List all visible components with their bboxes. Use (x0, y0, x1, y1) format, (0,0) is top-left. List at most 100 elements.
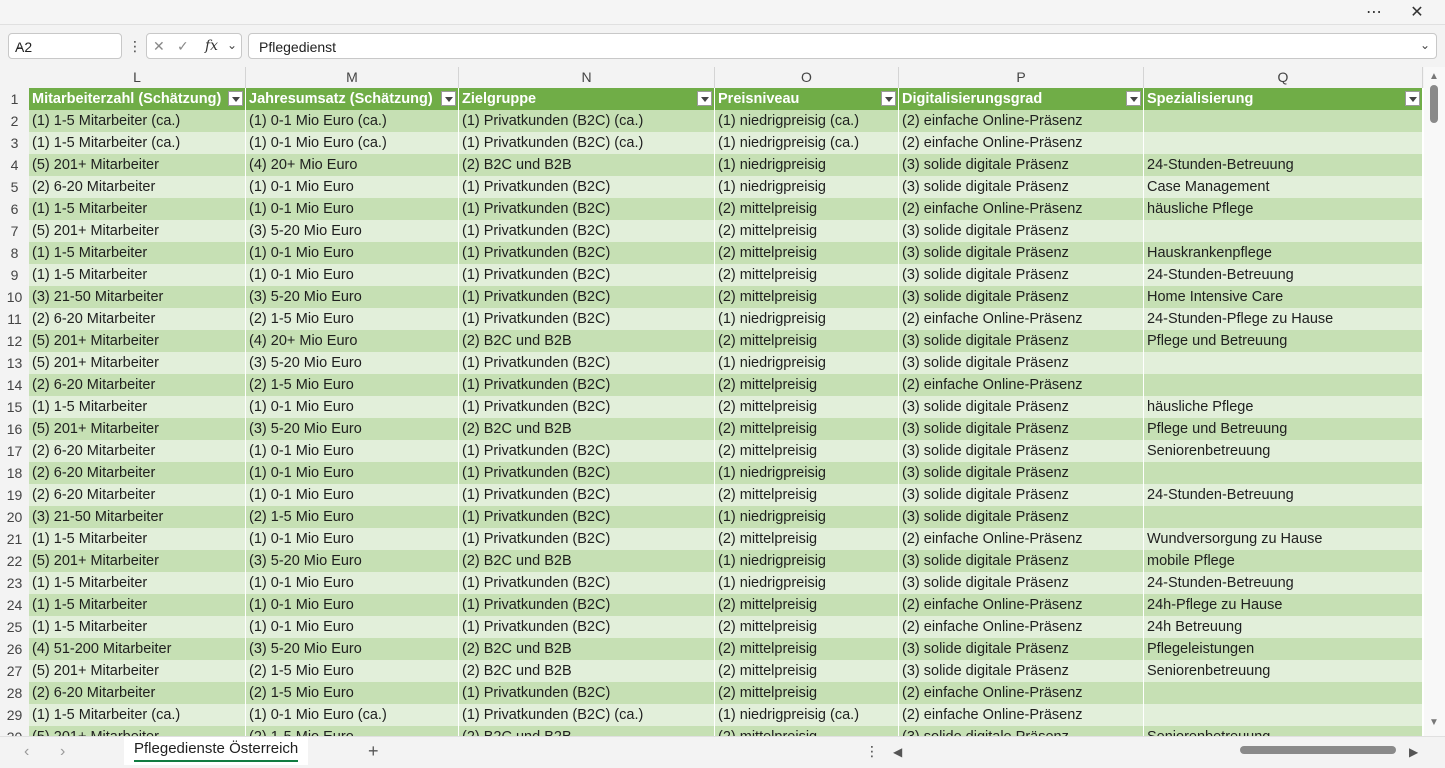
table-cell[interactable]: (5) 201+ Mitarbeiter (29, 154, 246, 176)
vertical-scrollbar[interactable]: ▲ ▼ (1424, 67, 1445, 736)
table-cell[interactable] (1144, 704, 1423, 726)
table-cell[interactable]: (1) Privatkunden (B2C) (459, 286, 715, 308)
table-cell[interactable]: (1) Privatkunden (B2C) (459, 198, 715, 220)
table-cell[interactable]: (5) 201+ Mitarbeiter (29, 660, 246, 682)
sheet-tab-pflegedienste-osterreich[interactable]: Pflegedienste Österreich (124, 737, 309, 765)
table-cell[interactable]: (1) 1-5 Mitarbeiter (29, 528, 246, 550)
row-header[interactable]: 9 (0, 264, 29, 286)
table-cell[interactable]: (2) einfache Online-Präsenz (899, 132, 1144, 154)
table-cell[interactable]: (1) Privatkunden (B2C) (ca.) (459, 132, 715, 154)
table-cell[interactable]: (2) mittelpreisig (715, 374, 899, 396)
table-cell[interactable]: (1) niedrigpreisig (715, 352, 899, 374)
table-cell[interactable]: (1) Privatkunden (B2C) (459, 462, 715, 484)
table-cell[interactable]: (5) 201+ Mitarbeiter (29, 418, 246, 440)
filter-dropdown-icon[interactable] (441, 91, 456, 106)
table-cell[interactable]: (3) solide digitale Präsenz (899, 154, 1144, 176)
table-header-cell[interactable]: Mitarbeiterzahl (Schätzung) (29, 88, 246, 110)
filter-dropdown-icon[interactable] (228, 91, 243, 106)
table-cell[interactable]: (2) 1-5 Mio Euro (246, 726, 459, 736)
table-cell[interactable]: (2) einfache Online-Präsenz (899, 110, 1144, 132)
table-cell[interactable]: (1) 0-1 Mio Euro (246, 572, 459, 594)
table-cell[interactable]: (5) 201+ Mitarbeiter (29, 550, 246, 572)
table-cell[interactable]: (1) Privatkunden (B2C) (459, 484, 715, 506)
table-cell[interactable]: (1) Privatkunden (B2C) (459, 572, 715, 594)
table-cell[interactable]: 24-Stunden-Betreuung (1144, 264, 1423, 286)
scroll-up-icon[interactable]: ▲ (1429, 71, 1439, 82)
table-cell[interactable]: (2) 6-20 Mitarbeiter (29, 484, 246, 506)
column-header-m[interactable]: M (246, 67, 459, 88)
table-cell[interactable]: (3) solide digitale Präsenz (899, 418, 1144, 440)
table-cell[interactable]: (2) B2C und B2B (459, 638, 715, 660)
table-cell[interactable]: Wundversorgung zu Hause (1144, 528, 1423, 550)
table-cell[interactable]: (2) B2C und B2B (459, 418, 715, 440)
row-header[interactable]: 17 (0, 440, 29, 462)
table-cell[interactable]: (3) solide digitale Präsenz (899, 572, 1144, 594)
table-cell[interactable]: (2) 6-20 Mitarbeiter (29, 176, 246, 198)
function-icon[interactable]: fx (205, 38, 218, 54)
row-header[interactable]: 8 (0, 242, 29, 264)
table-cell[interactable]: (1) Privatkunden (B2C) (459, 308, 715, 330)
row-header[interactable]: 11 (0, 308, 29, 330)
table-cell[interactable]: (3) solide digitale Präsenz (899, 352, 1144, 374)
chevron-down-icon[interactable]: ⌄ (15, 38, 117, 52)
table-cell[interactable]: (2) 1-5 Mio Euro (246, 308, 459, 330)
table-cell[interactable]: häusliche Pflege (1144, 198, 1423, 220)
column-header-q[interactable]: Q (1144, 67, 1423, 88)
table-cell[interactable]: (1) niedrigpreisig (715, 308, 899, 330)
table-cell[interactable]: (1) 0-1 Mio Euro (ca.) (246, 132, 459, 154)
table-cell[interactable]: (3) 5-20 Mio Euro (246, 286, 459, 308)
table-cell[interactable]: 24h-Pflege zu Hause (1144, 594, 1423, 616)
table-cell[interactable] (1144, 374, 1423, 396)
row-header[interactable]: 28 (0, 682, 29, 704)
row-header[interactable]: 6 (0, 198, 29, 220)
table-cell[interactable]: (1) Privatkunden (B2C) (459, 242, 715, 264)
table-cell[interactable]: (2) 1-5 Mio Euro (246, 506, 459, 528)
table-cell[interactable]: (2) einfache Online-Präsenz (899, 374, 1144, 396)
table-cell[interactable]: mobile Pflege (1144, 550, 1423, 572)
table-cell[interactable] (1144, 352, 1423, 374)
table-cell[interactable] (1144, 110, 1423, 132)
table-cell[interactable]: (1) 0-1 Mio Euro (246, 242, 459, 264)
formula-input[interactable]: Pflegedienst ⌄ (248, 33, 1437, 59)
table-cell[interactable]: (2) einfache Online-Präsenz (899, 594, 1144, 616)
more-vertical-icon[interactable]: ⋮ (865, 743, 879, 760)
column-header-l[interactable]: L (29, 67, 246, 88)
scroll-left-icon[interactable]: ◀ (893, 745, 902, 759)
table-cell[interactable]: (3) solide digitale Präsenz (899, 242, 1144, 264)
table-cell[interactable]: (1) Privatkunden (B2C) (459, 352, 715, 374)
table-cell[interactable]: (3) solide digitale Präsenz (899, 638, 1144, 660)
table-cell[interactable]: (5) 201+ Mitarbeiter (29, 352, 246, 374)
table-cell[interactable]: (3) solide digitale Präsenz (899, 176, 1144, 198)
table-cell[interactable]: (3) 5-20 Mio Euro (246, 220, 459, 242)
table-cell[interactable] (1144, 132, 1423, 154)
row-header[interactable]: 21 (0, 528, 29, 550)
row-header[interactable]: 29 (0, 704, 29, 726)
table-cell[interactable]: (2) einfache Online-Präsenz (899, 682, 1144, 704)
table-cell[interactable]: (1) Privatkunden (B2C) (459, 506, 715, 528)
table-cell[interactable]: (3) solide digitale Präsenz (899, 220, 1144, 242)
filter-dropdown-icon[interactable] (1126, 91, 1141, 106)
filter-dropdown-icon[interactable] (1405, 91, 1420, 106)
chevron-right-icon[interactable]: › (60, 743, 65, 761)
table-cell[interactable]: 24-Stunden-Betreuung (1144, 572, 1423, 594)
table-cell[interactable]: Pflege und Betreuung (1144, 330, 1423, 352)
table-cell[interactable]: (1) niedrigpreisig (715, 550, 899, 572)
table-cell[interactable]: (1) 0-1 Mio Euro (246, 176, 459, 198)
table-cell[interactable]: (2) mittelpreisig (715, 616, 899, 638)
table-cell[interactable]: (1) niedrigpreisig (ca.) (715, 110, 899, 132)
table-cell[interactable]: (2) 1-5 Mio Euro (246, 374, 459, 396)
row-header[interactable]: 15 (0, 396, 29, 418)
table-cell[interactable] (1144, 506, 1423, 528)
table-cell[interactable]: (1) 1-5 Mitarbeiter (29, 198, 246, 220)
table-cell[interactable]: (1) 1-5 Mitarbeiter (29, 396, 246, 418)
table-cell[interactable]: (3) 5-20 Mio Euro (246, 418, 459, 440)
table-cell[interactable]: (4) 20+ Mio Euro (246, 154, 459, 176)
row-header[interactable]: 18 (0, 462, 29, 484)
table-cell[interactable]: (2) 6-20 Mitarbeiter (29, 374, 246, 396)
table-cell[interactable]: (2) 6-20 Mitarbeiter (29, 440, 246, 462)
filter-dropdown-icon[interactable] (697, 91, 712, 106)
table-cell[interactable]: (1) 1-5 Mitarbeiter (29, 616, 246, 638)
table-cell[interactable]: (1) niedrigpreisig (715, 462, 899, 484)
table-cell[interactable]: (1) 0-1 Mio Euro (ca.) (246, 704, 459, 726)
table-cell[interactable]: (3) 5-20 Mio Euro (246, 638, 459, 660)
